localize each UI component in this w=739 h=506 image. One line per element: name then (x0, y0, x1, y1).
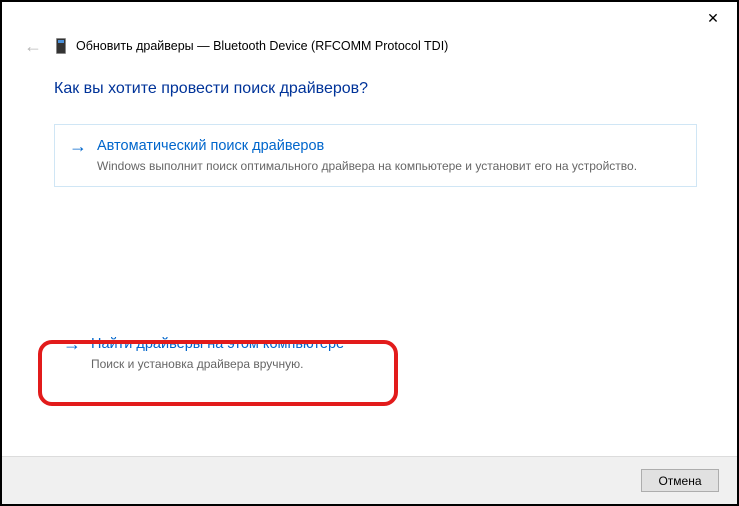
back-arrow-icon[interactable]: ← (20, 37, 46, 55)
option-manual-search[interactable]: → Найти драйверы на этом компьютере Поис… (48, 322, 388, 385)
option-body: Найти драйверы на этом компьютере Поиск … (91, 333, 344, 372)
titlebar: ✕ (2, 2, 737, 34)
window-frame: ✕ ← Обновить драйверы — Bluetooth Device… (0, 0, 739, 506)
option-row: → Найти драйверы на этом компьютере Поис… (63, 333, 373, 372)
option-row: → Автоматический поиск драйверов Windows… (69, 135, 682, 174)
option-body: Автоматический поиск драйверов Windows в… (97, 135, 637, 174)
footer-bar: Отмена (2, 456, 737, 504)
header-title: Обновить драйверы — Bluetooth Device (RF… (76, 39, 448, 53)
header-row: ← Обновить драйверы — Bluetooth Device (… (2, 34, 737, 58)
arrow-right-icon: → (63, 333, 81, 355)
option-auto-title: Автоматический поиск драйверов (97, 135, 637, 157)
arrow-right-icon: → (69, 135, 87, 157)
cancel-button[interactable]: Отмена (641, 469, 719, 492)
close-icon: ✕ (707, 11, 719, 25)
option-auto-desc: Windows выполнит поиск оптимального драй… (97, 159, 637, 174)
dialog-window: ✕ ← Обновить драйверы — Bluetooth Device… (2, 2, 737, 504)
option-manual-title: Найти драйверы на этом компьютере (91, 333, 344, 355)
content-area: Как вы хотите провести поиск драйверов? … (2, 58, 737, 456)
device-icon (56, 38, 66, 54)
option-manual-desc: Поиск и установка драйвера вручную. (91, 357, 344, 372)
page-heading: Как вы хотите провести поиск драйверов? (54, 80, 697, 98)
option-auto-search[interactable]: → Автоматический поиск драйверов Windows… (54, 124, 697, 187)
close-button[interactable]: ✕ (703, 8, 723, 28)
